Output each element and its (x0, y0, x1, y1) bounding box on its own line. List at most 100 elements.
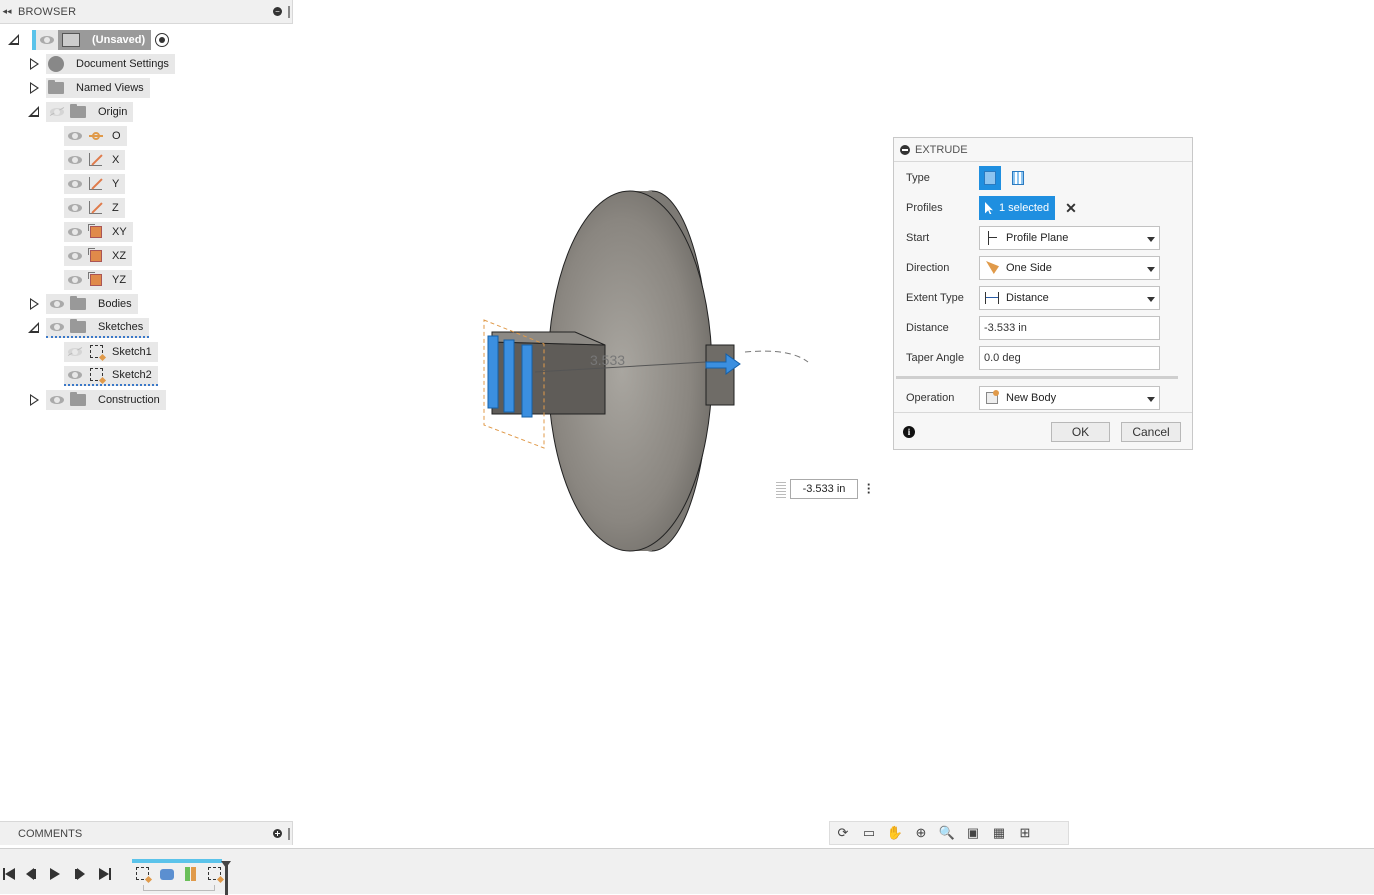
tree-item-sketch1[interactable]: Sketch1 (64, 342, 158, 362)
minimize-browser-button[interactable]: − (273, 7, 282, 16)
zoom-icon[interactable]: ⊕ (912, 825, 930, 841)
new-body-icon (984, 390, 1002, 406)
clear-selection-icon[interactable]: ✕ (1065, 200, 1077, 217)
expand-toggle[interactable] (26, 54, 42, 74)
direction-value: One Side (1006, 262, 1052, 274)
tree-root[interactable]: (Unsaved) (6, 30, 170, 50)
activate-radio-icon[interactable] (155, 33, 170, 47)
plane-icon (88, 224, 104, 240)
tree-item-sketch2[interactable]: Sketch2 (64, 366, 158, 386)
pan-hand-icon[interactable]: ✋ (886, 825, 904, 841)
collapse-browser-icon[interactable]: ◂◂ (0, 6, 14, 17)
more-options-icon[interactable]: · · · (863, 478, 875, 499)
expand-toggle[interactable] (26, 294, 42, 314)
tree-item-xy-plane[interactable]: XY (64, 222, 133, 242)
play-button[interactable] (48, 867, 62, 881)
expand-toggle[interactable] (26, 78, 42, 98)
timeline-sketch-icon[interactable] (206, 866, 224, 882)
visibility-eye-icon[interactable] (36, 30, 58, 50)
tree-item-bodies[interactable]: Bodies (26, 294, 138, 314)
extent-type-label: Extent Type (906, 292, 964, 304)
cursor-arrow-icon (985, 202, 993, 214)
type-thin-button[interactable] (1007, 166, 1029, 190)
visibility-eye-icon[interactable] (64, 246, 86, 266)
cancel-button[interactable]: Cancel (1121, 422, 1181, 442)
expand-toggle[interactable] (26, 390, 42, 410)
visibility-eye-icon[interactable] (64, 126, 86, 146)
tree-item-x-axis[interactable]: X (64, 150, 126, 170)
grid-icon[interactable]: ▦ (990, 825, 1008, 841)
drag-grip-icon[interactable] (776, 480, 786, 498)
folder-icon (70, 296, 86, 310)
direction-dropdown[interactable]: One Side (979, 256, 1160, 280)
start-dropdown[interactable]: Profile Plane (979, 226, 1160, 250)
visibility-eye-icon[interactable] (64, 150, 86, 170)
tree-item-y-axis[interactable]: Y (64, 174, 126, 194)
tree-item-origin-point[interactable]: O (64, 126, 127, 146)
visibility-eye-icon[interactable] (64, 342, 86, 362)
visibility-eye-icon[interactable] (64, 198, 86, 218)
tree-item-named-views[interactable]: Named Views (26, 78, 150, 98)
go-to-start-button[interactable] (2, 867, 16, 881)
tree-item-z-axis[interactable]: Z (64, 198, 125, 218)
fit-zoom-icon[interactable]: 🔍 (938, 825, 956, 841)
display-settings-icon[interactable]: ▣ (964, 825, 982, 841)
collapse-toggle[interactable] (26, 318, 42, 338)
direction-label: Direction (906, 262, 950, 274)
collapse-root-toggle[interactable] (6, 30, 22, 50)
distance-input[interactable]: -3.533 in (790, 479, 858, 499)
timeline-marker[interactable] (221, 861, 231, 895)
collapse-dialog-icon[interactable] (900, 144, 910, 155)
visibility-eye-icon[interactable] (46, 317, 68, 337)
tree-item-yz-plane[interactable]: YZ (64, 270, 133, 290)
gear-icon (48, 56, 64, 72)
operation-dropdown[interactable]: New Body (979, 386, 1160, 410)
distance-field[interactable]: -3.533 in (979, 316, 1160, 340)
extent-type-dropdown[interactable]: Distance (979, 286, 1160, 310)
go-to-end-button[interactable] (98, 867, 112, 881)
collapse-toggle[interactable] (26, 102, 42, 122)
orbit-icon[interactable]: ⟳ (834, 825, 852, 841)
step-forward-button[interactable] (73, 867, 87, 881)
add-comment-button[interactable] (273, 829, 282, 838)
visibility-eye-icon[interactable] (46, 102, 68, 122)
tree-item-origin[interactable]: Origin (26, 102, 134, 122)
viewports-icon[interactable]: ⊞ (1016, 825, 1034, 841)
distance-extent-icon (984, 290, 1002, 306)
tree-item-label: O (112, 130, 121, 142)
profiles-selection-button[interactable]: 1 selected (979, 196, 1056, 220)
timeline-feature-icon[interactable] (158, 866, 176, 882)
sketch-icon (88, 344, 104, 360)
profiles-label: Profiles (906, 202, 943, 214)
visibility-eye-icon[interactable] (64, 222, 86, 242)
profile-plane-icon (984, 230, 1002, 246)
distance-label: Distance (906, 322, 949, 334)
rear-boss[interactable] (705, 344, 735, 406)
chevron-down-icon (1147, 237, 1155, 242)
ok-button[interactable]: OK (1051, 422, 1110, 442)
info-icon[interactable]: i (903, 425, 915, 438)
browser-title: BROWSER (18, 5, 77, 18)
visibility-eye-icon[interactable] (46, 294, 68, 314)
visibility-eye-icon[interactable] (46, 390, 68, 410)
dialog-divider (896, 376, 1178, 379)
step-back-button[interactable] (24, 867, 38, 881)
tree-item-xz-plane[interactable]: XZ (64, 246, 133, 266)
sketch-icon (88, 367, 104, 383)
look-at-icon[interactable]: ▭ (860, 825, 878, 841)
3d-viewport[interactable] (293, 0, 1374, 848)
tree-item-label: YZ (112, 274, 127, 286)
taper-angle-field[interactable]: 0.0 deg (979, 346, 1160, 370)
panel-grip-handle[interactable] (288, 5, 290, 18)
timeline-sketch-icon[interactable] (134, 866, 152, 882)
type-solid-button[interactable] (979, 166, 1001, 190)
tree-item-construction[interactable]: Construction (26, 390, 166, 410)
panel-grip-handle[interactable] (288, 827, 290, 840)
visibility-eye-icon[interactable] (64, 174, 86, 194)
tree-item-document-settings[interactable]: Document Settings (26, 54, 175, 74)
profiles-value: 1 selected (999, 202, 1050, 214)
visibility-eye-icon[interactable] (64, 365, 86, 385)
visibility-eye-icon[interactable] (64, 270, 86, 290)
tree-item-sketches[interactable]: Sketches (26, 317, 150, 338)
timeline-plane-icon[interactable] (182, 866, 200, 882)
